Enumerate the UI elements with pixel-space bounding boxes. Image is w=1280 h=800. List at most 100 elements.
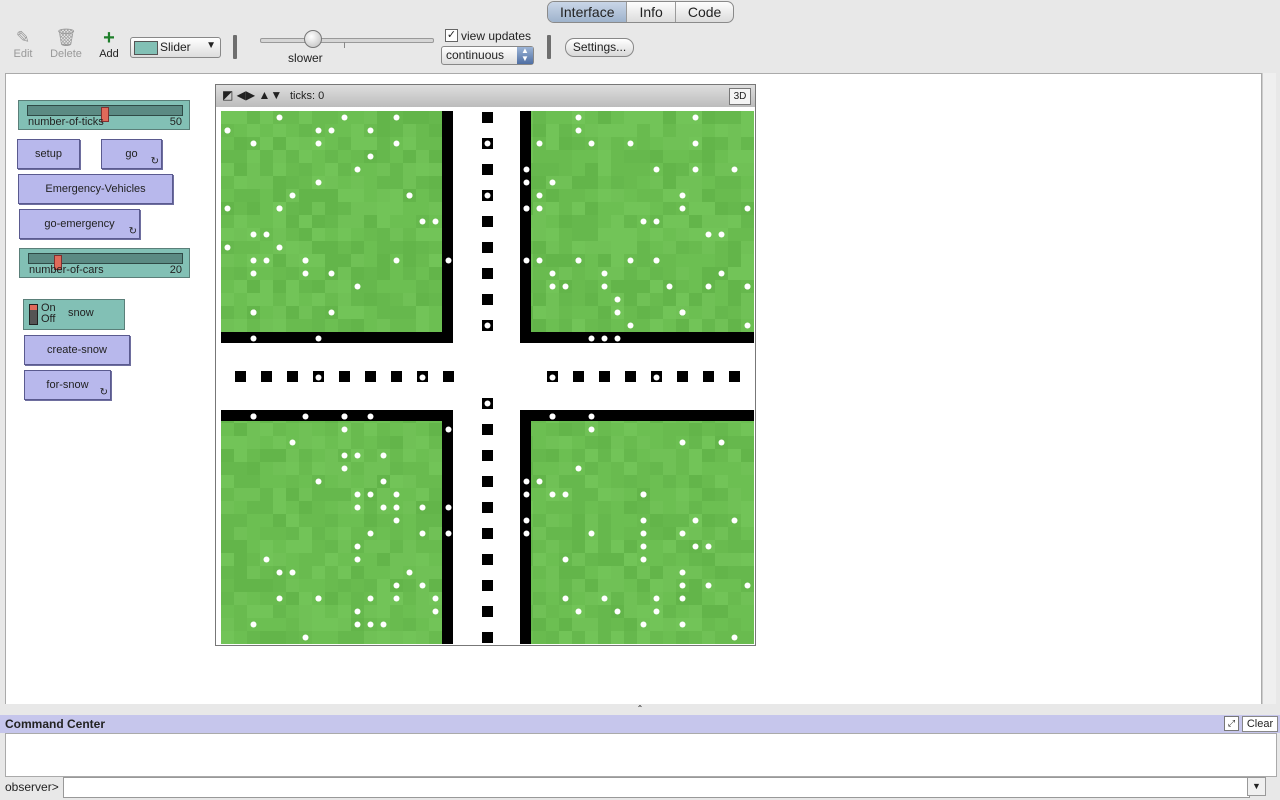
snow-flake bbox=[692, 517, 699, 524]
create-snow-button[interactable]: create-snow bbox=[24, 335, 130, 365]
snow-flake bbox=[354, 504, 361, 511]
snow-flake bbox=[536, 478, 543, 485]
forever-icon: ↻ bbox=[99, 387, 108, 398]
snow-flake bbox=[640, 218, 647, 225]
go-button[interactable]: go ↻ bbox=[101, 139, 162, 169]
car bbox=[287, 371, 298, 382]
edit-button[interactable]: ✎ Edit bbox=[3, 28, 43, 60]
snow-flake bbox=[679, 582, 686, 589]
car bbox=[339, 371, 350, 382]
tab-interface[interactable]: Interface bbox=[548, 2, 627, 22]
car bbox=[482, 424, 493, 435]
speed-slider-knob[interactable] bbox=[304, 30, 322, 48]
snow-flake bbox=[614, 335, 621, 342]
snow-flake bbox=[471, 309, 478, 316]
history-dropdown-icon[interactable]: ▼ bbox=[1247, 777, 1266, 796]
number-of-ticks-slider[interactable]: number-of-ticks 50 bbox=[18, 100, 190, 130]
emergency-vehicles-button[interactable]: Emergency-Vehicles bbox=[18, 174, 173, 204]
snow-flake bbox=[588, 335, 595, 342]
interface-vertical-scrollbar[interactable] bbox=[1262, 73, 1276, 705]
car bbox=[677, 371, 688, 382]
number-of-cars-slider[interactable]: number-of-cars 20 bbox=[19, 248, 190, 278]
snow-flake bbox=[354, 452, 361, 459]
tab-bar: Interface Info Code bbox=[547, 1, 735, 23]
clear-button[interactable]: Clear bbox=[1242, 716, 1278, 732]
car bbox=[703, 371, 714, 382]
snow-flake bbox=[354, 543, 361, 550]
for-snow-button[interactable]: for-snow ↻ bbox=[24, 370, 111, 400]
snow-flake bbox=[315, 140, 322, 147]
snow-flake bbox=[601, 283, 608, 290]
car bbox=[482, 216, 493, 227]
snow-flake bbox=[523, 257, 530, 264]
tab-info[interactable]: Info bbox=[626, 2, 674, 22]
world-canvas[interactable] bbox=[221, 111, 754, 644]
snow-flake bbox=[562, 595, 569, 602]
snow-flake bbox=[549, 179, 556, 186]
car bbox=[482, 502, 493, 513]
snow-flake bbox=[393, 595, 400, 602]
snow-flake bbox=[705, 231, 712, 238]
delete-button[interactable]: 🗑 Delete bbox=[45, 28, 87, 60]
snow-flake bbox=[640, 530, 647, 537]
snow-flake bbox=[549, 491, 556, 498]
snow-flake bbox=[328, 309, 335, 316]
slider-track[interactable] bbox=[27, 105, 183, 122]
snow-flake bbox=[705, 283, 712, 290]
snow-flake bbox=[653, 608, 660, 615]
snow-flake bbox=[523, 166, 530, 173]
button-label: create-snow bbox=[47, 344, 107, 356]
speed-slider-track[interactable] bbox=[260, 38, 434, 43]
snow-flake bbox=[653, 400, 660, 407]
snow-switch[interactable]: On Off snow bbox=[23, 299, 125, 330]
snow-flake bbox=[328, 270, 335, 277]
snow-flake bbox=[419, 582, 426, 589]
add-label: Add bbox=[99, 48, 119, 60]
snow-flake bbox=[510, 582, 517, 589]
snow-flake bbox=[484, 400, 491, 407]
snow-flake bbox=[367, 530, 374, 537]
snow-flake bbox=[380, 452, 387, 459]
car bbox=[443, 371, 454, 382]
snow-flake bbox=[406, 192, 413, 199]
snow-flake bbox=[679, 309, 686, 316]
snow-flake bbox=[393, 582, 400, 589]
delete-label: Delete bbox=[50, 48, 82, 60]
switch-lever[interactable] bbox=[29, 304, 38, 325]
settings-button[interactable]: Settings... bbox=[565, 38, 634, 57]
snow-flake bbox=[367, 413, 374, 420]
snow-flake bbox=[393, 504, 400, 511]
snow-flake bbox=[471, 166, 478, 173]
view-updates-checkbox[interactable]: ✓ bbox=[445, 29, 458, 42]
snow-flake bbox=[250, 231, 257, 238]
trash-icon: 🗑 bbox=[55, 28, 77, 47]
widget-type-label: Slider bbox=[160, 40, 191, 54]
command-center-splitter[interactable]: ⌃ bbox=[0, 704, 1280, 715]
setup-button[interactable]: setup bbox=[17, 139, 80, 169]
slider-track[interactable] bbox=[28, 253, 183, 270]
snow-flake bbox=[263, 231, 270, 238]
view-size-controls-icon[interactable]: ◩ ◀▶ ▲▼ bbox=[222, 88, 282, 102]
detach-icon[interactable]: ⤢ bbox=[1224, 716, 1239, 731]
snow-flake bbox=[523, 179, 530, 186]
widget-type-select[interactable]: Slider ▼ bbox=[130, 37, 221, 58]
snow-flake bbox=[458, 491, 465, 498]
update-mode-select[interactable]: continuous ▲ ▼ bbox=[441, 46, 534, 65]
snow-flake bbox=[393, 114, 400, 121]
snow-flake bbox=[250, 309, 257, 316]
snow-flake bbox=[302, 413, 309, 420]
edit-label: Edit bbox=[13, 48, 33, 60]
snow-flake bbox=[432, 608, 439, 615]
add-button[interactable]: + Add bbox=[89, 28, 129, 60]
car bbox=[625, 371, 636, 382]
snow-flake bbox=[731, 634, 738, 641]
command-input[interactable] bbox=[63, 777, 1250, 798]
go-emergency-button[interactable]: go-emergency ↻ bbox=[19, 209, 140, 239]
tab-code[interactable]: Code bbox=[674, 2, 733, 22]
snow-flake bbox=[692, 543, 699, 550]
3d-view-button[interactable]: 3D bbox=[729, 88, 751, 105]
button-label: for-snow bbox=[46, 379, 89, 391]
snow-flake bbox=[679, 192, 686, 199]
snow-flake bbox=[354, 491, 361, 498]
snow-flake bbox=[276, 569, 283, 576]
